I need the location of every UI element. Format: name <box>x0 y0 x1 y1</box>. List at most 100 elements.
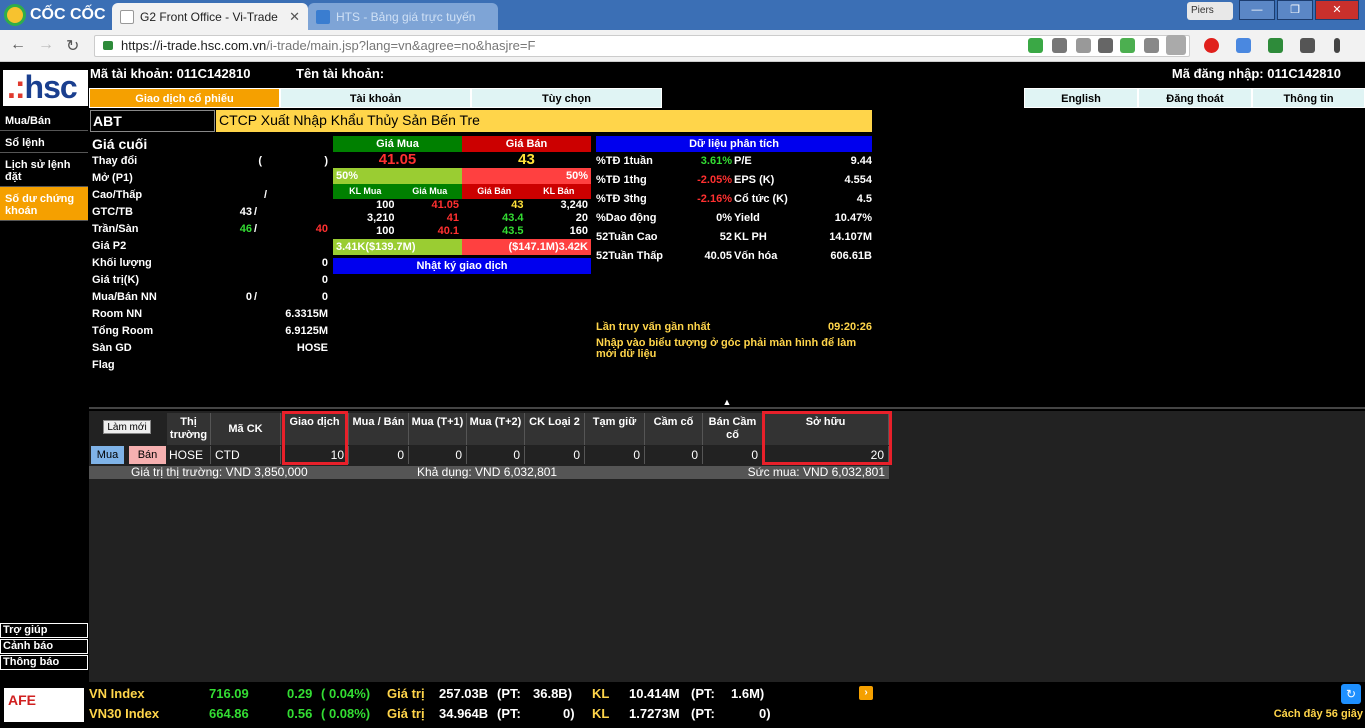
coccoc-flower-icon <box>4 4 26 26</box>
info-row-last-price: Giá cuối <box>92 136 332 153</box>
analysis-title: Dữ liệu phân tích <box>596 136 872 152</box>
index-change: 0.56 <box>287 706 313 721</box>
buy-button[interactable]: Mua <box>91 446 124 464</box>
index-ticker: AFE VN Index 716.09 0.29 ( 0.04%) Giá tr… <box>0 682 1365 728</box>
menu-icon[interactable] <box>1334 38 1340 53</box>
tab-stock-trading[interactable]: Giao dịch cổ phiếu <box>89 88 280 108</box>
floor-value: 40 <box>315 223 328 235</box>
idea-icon[interactable] <box>1300 38 1315 53</box>
col-buy-price: Giá Mua <box>397 184 462 199</box>
panel-collapse-toggle[interactable]: ▲ <box>89 395 1365 409</box>
col-buy-sell: Mua / Bán <box>349 413 409 445</box>
symbol-input[interactable]: ABT <box>90 110 215 132</box>
analysis-row: %TĐ 3thg -2.16% Cổ tức (K) 4.5 <box>596 190 872 209</box>
index-trade-value: 257.03B <box>439 686 489 701</box>
refresh-data-icon[interactable]: ↻ <box>1341 684 1361 704</box>
next-index-icon[interactable]: › <box>859 686 873 700</box>
analysis-panel: Dữ liệu phân tích %TĐ 1tuần 3.61% P/E 9.44 … <box>596 136 872 266</box>
portfolio-table: Làm mới Thị trường Mã CK Giao dịch Mua /… <box>89 411 1365 728</box>
info-label: Giá P2 <box>92 240 127 252</box>
reload-icon[interactable]: ↻ <box>66 36 79 56</box>
analysis-row: %TĐ 1thg -2.05% EPS (K) 4.554 <box>596 171 872 190</box>
itrade-app: .:hsc Mã tài khoản: 011C142810 Tên tài k… <box>0 62 1365 728</box>
opera-icon[interactable] <box>1204 38 1219 53</box>
minimize-icon[interactable]: — <box>1239 0 1275 20</box>
analysis-value: -2.16% <box>697 193 732 205</box>
cell-buy-sell: 0 <box>349 446 409 464</box>
sidebar-item-stock-balance[interactable]: Số dư chứng khoán <box>0 187 88 221</box>
pt-value: 1.6M) <box>731 686 765 701</box>
info-label: Room NN <box>92 308 143 320</box>
info-value: 6.9125M <box>285 325 328 337</box>
sell-percent: 50% <box>462 168 591 184</box>
info-row-change: Thay đổi () <box>92 153 332 170</box>
maximize-icon[interactable]: ❐ <box>1277 0 1313 20</box>
download-icon[interactable] <box>1166 35 1186 55</box>
close-tab-icon[interactable]: ✕ <box>289 9 300 25</box>
index-percent: ( 0.04%) <box>321 686 371 701</box>
page-icon <box>120 9 134 24</box>
info-row-ceiling-floor: Trần/Sàn 46/ 40 <box>92 221 332 238</box>
tab-account[interactable]: Tài khoản <box>280 88 471 108</box>
bookmark-star-icon[interactable] <box>1144 38 1159 53</box>
volume-label: KL <box>592 706 610 721</box>
book-row: 3,210 41 43.4 20 <box>333 212 591 225</box>
sell-price-header: Giá Bán <box>462 136 591 152</box>
index-value: 716.09 <box>209 686 249 701</box>
pt-label: (PT: <box>497 706 521 721</box>
extension-icon[interactable] <box>1268 38 1283 53</box>
pt-label: (PT: <box>691 706 715 721</box>
zoom-icon[interactable] <box>1052 38 1067 53</box>
browser-logo[interactable]: CỐC CỐC <box>0 2 110 28</box>
tab-label: HTS - Bảng giá trực tuyến <box>336 9 476 24</box>
tab-hts-price-board[interactable]: HTS - Bảng giá trực tuyến <box>308 3 498 30</box>
tab-g2-front-office[interactable]: G2 Front Office - Vi-Trade ✕ <box>112 3 308 30</box>
close-window-icon[interactable]: ✕ <box>1315 0 1359 20</box>
tab-options[interactable]: Tùy chọn <box>471 88 662 108</box>
cart-icon[interactable] <box>1028 38 1043 53</box>
sidebar-item-notices[interactable]: Thông báo <box>0 655 88 670</box>
highlight-owned <box>762 411 892 465</box>
sidebar-item-order-book[interactable]: Sổ lệnh <box>0 131 88 153</box>
sidebar: Mua/Bán Sổ lệnh Lịch sử lệnh đặt Số dư c… <box>0 109 89 221</box>
info-row-foreign: Mua/Bán NN 0/0 <box>92 289 332 306</box>
cell-buy-t1: 0 <box>409 446 467 464</box>
volume-label: KL <box>592 686 610 701</box>
index-value: 664.86 <box>209 706 249 721</box>
tab-logout[interactable]: Đăng thoát <box>1138 88 1252 108</box>
ask-price: 43.4 <box>502 212 524 224</box>
analysis-value: 14.107M <box>829 231 872 243</box>
index-volume: 1.7273M <box>629 706 680 721</box>
translate-icon[interactable] <box>1120 38 1135 53</box>
profile-button[interactable]: Piers <box>1187 2 1233 20</box>
analysis-value: 0% <box>716 212 732 224</box>
stock-info-panel: Giá cuối Thay đổi () Mở (P1) Cao/Thấp / GT… <box>92 136 332 374</box>
analysis-key: Yield <box>734 212 760 224</box>
analysis-value: -2.05% <box>697 174 732 186</box>
triangle-up-icon[interactable]: ▲ <box>723 397 732 407</box>
bid-price: 40.1 <box>437 225 459 237</box>
pt-value: 0) <box>759 706 771 721</box>
google-translate-icon[interactable] <box>1236 38 1251 53</box>
sidebar-item-order-history[interactable]: Lịch sử lệnh đặt <box>0 153 88 187</box>
sidebar-item-buy-sell[interactable]: Mua/Bán <box>0 109 88 131</box>
info-label: Mở (P1) <box>92 172 133 184</box>
tab-info[interactable]: Thông tin <box>1252 88 1365 108</box>
sidebar-item-alerts[interactable]: Cảnh báo <box>0 639 88 654</box>
screenshot-icon[interactable] <box>1076 38 1091 53</box>
account-name: Tên tài khoản: <box>296 66 385 81</box>
pin-icon[interactable] <box>1098 38 1113 53</box>
analysis-value: 10.47% <box>834 212 872 224</box>
bid-price: 41 <box>446 212 459 224</box>
url-input[interactable]: https://i-trade.hsc.com.vn/i-trade/main.… <box>94 35 1190 57</box>
trade-journal-button[interactable]: Nhật ký giao dịch <box>333 258 591 274</box>
forward-icon[interactable]: → <box>38 36 54 54</box>
info-label: GTC/TB <box>92 206 133 218</box>
sell-button[interactable]: Bán <box>129 446 166 464</box>
tab-english[interactable]: English <box>1024 88 1138 108</box>
back-icon[interactable]: ← <box>10 36 26 54</box>
analysis-row: %TĐ 1tuần 3.61% P/E 9.44 <box>596 152 872 171</box>
refresh-button[interactable]: Làm mới <box>103 420 151 434</box>
info-row-high-low: Cao/Thấp / <box>92 187 332 204</box>
sidebar-item-help[interactable]: Trợ giúp <box>0 623 88 638</box>
